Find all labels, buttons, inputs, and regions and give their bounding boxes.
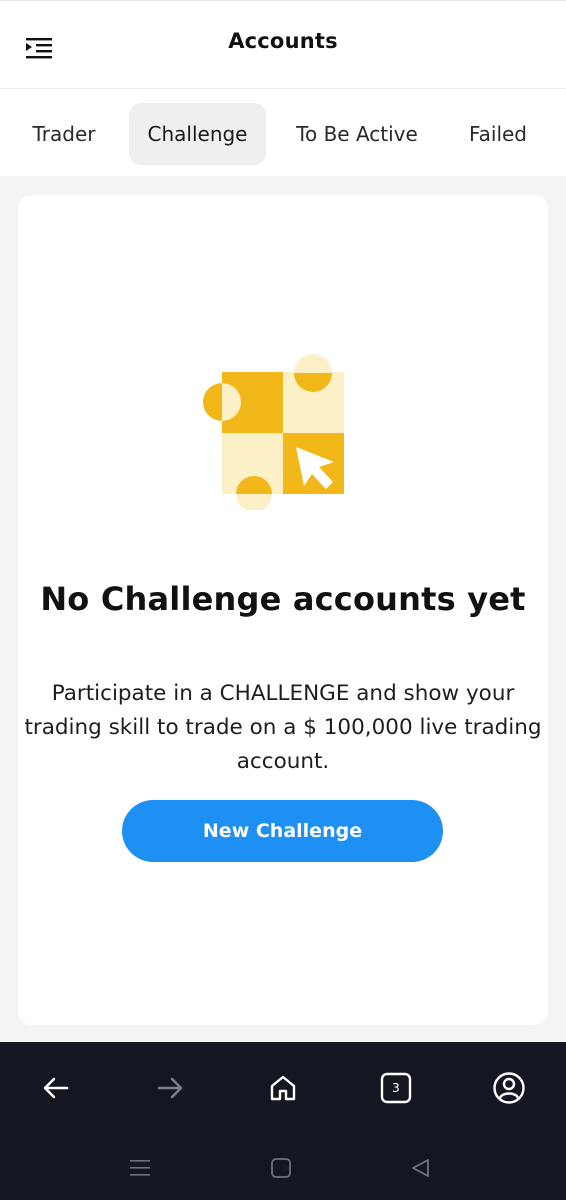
empty-state-description: Participate in a CHALLENGE and show your… xyxy=(24,681,542,774)
page-title: Accounts xyxy=(228,29,338,53)
tab-challenge[interactable]: Challenge xyxy=(129,103,266,165)
checkerboard-cursor-illustration xyxy=(203,350,353,512)
account-tabs: Trader Challenge To Be Active Failed xyxy=(0,88,566,176)
profile-icon[interactable] xyxy=(489,1068,529,1108)
recents-icon[interactable] xyxy=(125,1153,155,1183)
home-icon[interactable] xyxy=(263,1068,303,1108)
empty-state-title: No Challenge accounts yet xyxy=(40,580,526,618)
new-challenge-button[interactable]: New Challenge xyxy=(122,800,443,862)
tab-to-be-active[interactable]: To Be Active xyxy=(284,103,430,165)
home-square-icon[interactable] xyxy=(266,1153,296,1183)
tab-count-label: 3 xyxy=(392,1081,400,1095)
browser-bottom-bar: 3 xyxy=(0,1042,566,1200)
forward-arrow-icon[interactable] xyxy=(150,1068,190,1108)
tabs-icon[interactable]: 3 xyxy=(376,1068,416,1108)
tab-failed[interactable]: Failed xyxy=(452,103,544,165)
tab-trader[interactable]: Trader xyxy=(16,103,112,165)
back-triangle-icon[interactable] xyxy=(405,1153,435,1183)
app-header: Accounts xyxy=(0,0,566,88)
back-arrow-icon[interactable] xyxy=(36,1068,76,1108)
empty-state-card: No Challenge accounts yet Participate in… xyxy=(18,195,548,1025)
